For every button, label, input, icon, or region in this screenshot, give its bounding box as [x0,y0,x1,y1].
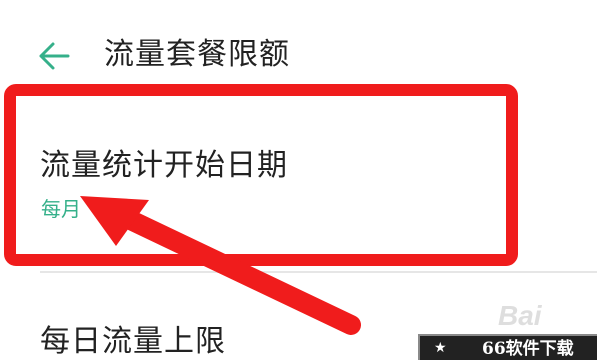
item-title-daily-limit: 每日流量上限 [40,324,226,359]
item-subtitle-start-date: 每月 [41,197,81,221]
app-header: 流量套餐限额 [0,0,597,110]
item-title-start-date: 流量统计开始日期 [40,148,288,183]
star-icon: ★ [434,340,447,356]
site-watermark: ★ 66软件下载 [418,334,597,360]
page-title: 流量套餐限额 [104,37,290,72]
site-watermark-text: 66软件下载 [482,339,574,359]
arrow-left-icon[interactable] [36,38,72,74]
list-item-start-date[interactable] [0,110,597,265]
baidu-watermark: Bai [498,300,542,331]
